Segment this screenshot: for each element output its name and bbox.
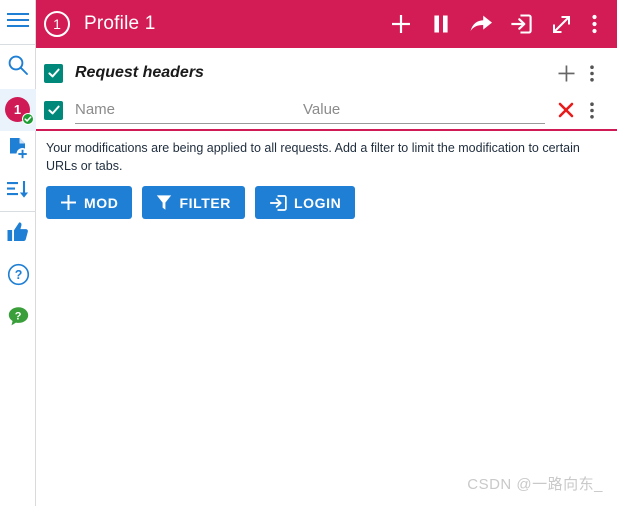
svg-text:?: ? <box>14 310 21 322</box>
header-entry-checkbox[interactable] <box>44 100 63 120</box>
sidebar-item-rate[interactable] <box>0 212 36 256</box>
svg-text:?: ? <box>14 268 22 282</box>
add-filter-button-label: FILTER <box>179 194 232 211</box>
header-entry-fields <box>75 97 545 124</box>
main-panel: 1 Profile 1 Request headers Name Value Y… <box>36 0 617 506</box>
section-title: Request headers <box>75 64 204 81</box>
share-arrow-icon <box>469 13 493 35</box>
sidebar-item-sort[interactable] <box>0 171 36 211</box>
request-headers-checkbox[interactable] <box>44 63 63 83</box>
titlebar-share-button[interactable] <box>461 4 501 44</box>
app-window: 1 ? ? 1 Profile 1 Request headers Name V… <box>0 0 617 506</box>
login-button-label: LOGIN <box>294 194 342 211</box>
check-icon <box>47 66 61 80</box>
add-mod-button[interactable]: MOD <box>46 186 133 220</box>
add-filter-button[interactable]: FILTER <box>142 186 246 220</box>
action-button-row: MOD FILTER LOGIN <box>36 175 617 220</box>
add-file-icon <box>7 137 29 166</box>
info-note: Your modifications are being applied to … <box>46 141 580 174</box>
request-headers-section-row: Request headers <box>36 54 617 92</box>
plus-icon <box>390 13 412 35</box>
titlebar-expand-button[interactable] <box>541 4 581 44</box>
header-entry-more-button[interactable] <box>579 95 605 125</box>
close-icon <box>557 101 575 119</box>
badge-check-icon <box>22 113 34 125</box>
login-button[interactable]: LOGIN <box>255 186 356 220</box>
chat-question-icon: ? <box>7 305 30 333</box>
more-vertical-icon <box>590 101 594 119</box>
sidebar-item-feedback[interactable]: ? <box>0 298 36 340</box>
header-name-input[interactable] <box>75 98 303 123</box>
pause-icon <box>432 14 450 34</box>
titlebar-pause-button[interactable] <box>421 4 461 44</box>
check-icon <box>47 103 61 117</box>
profile-number-badge: 1 <box>44 11 70 37</box>
sidebar: 1 ? ? <box>0 0 36 506</box>
sidebar-item-profile-1[interactable]: 1 <box>0 89 36 131</box>
page-title: Profile 1 <box>84 13 156 34</box>
search-icon <box>7 54 29 81</box>
header-entry-delete-button[interactable] <box>553 95 579 125</box>
sidebar-item-help[interactable]: ? <box>0 256 36 298</box>
funnel-icon <box>156 194 172 211</box>
titlebar: 1 Profile 1 <box>36 0 617 48</box>
more-vertical-icon <box>591 14 597 34</box>
titlebar-more-button[interactable] <box>581 4 607 44</box>
login-icon <box>269 194 287 212</box>
login-icon <box>510 13 532 35</box>
profile-badge-icon: 1 <box>5 97 34 125</box>
more-vertical-icon <box>590 64 594 82</box>
section-more-button[interactable] <box>579 58 605 88</box>
hamburger-menu-icon <box>7 12 29 33</box>
sidebar-item-search[interactable] <box>0 45 36 89</box>
watermark: CSDN @一路向东_ <box>467 476 603 493</box>
plus-icon <box>557 64 576 83</box>
sort-descending-icon <box>6 178 30 205</box>
plus-icon <box>60 194 77 211</box>
titlebar-add-button[interactable] <box>381 4 421 44</box>
thumbs-up-icon <box>6 220 30 249</box>
section-add-button[interactable] <box>553 58 579 88</box>
sidebar-item-new-profile[interactable] <box>0 131 36 171</box>
sidebar-item-menu[interactable] <box>0 0 36 44</box>
expand-icon <box>551 14 572 35</box>
add-mod-button-label: MOD <box>84 194 119 211</box>
header-value-input[interactable] <box>303 98 545 123</box>
header-entry-row <box>36 94 617 126</box>
help-circle-icon: ? <box>7 263 30 291</box>
titlebar-login-button[interactable] <box>501 4 541 44</box>
